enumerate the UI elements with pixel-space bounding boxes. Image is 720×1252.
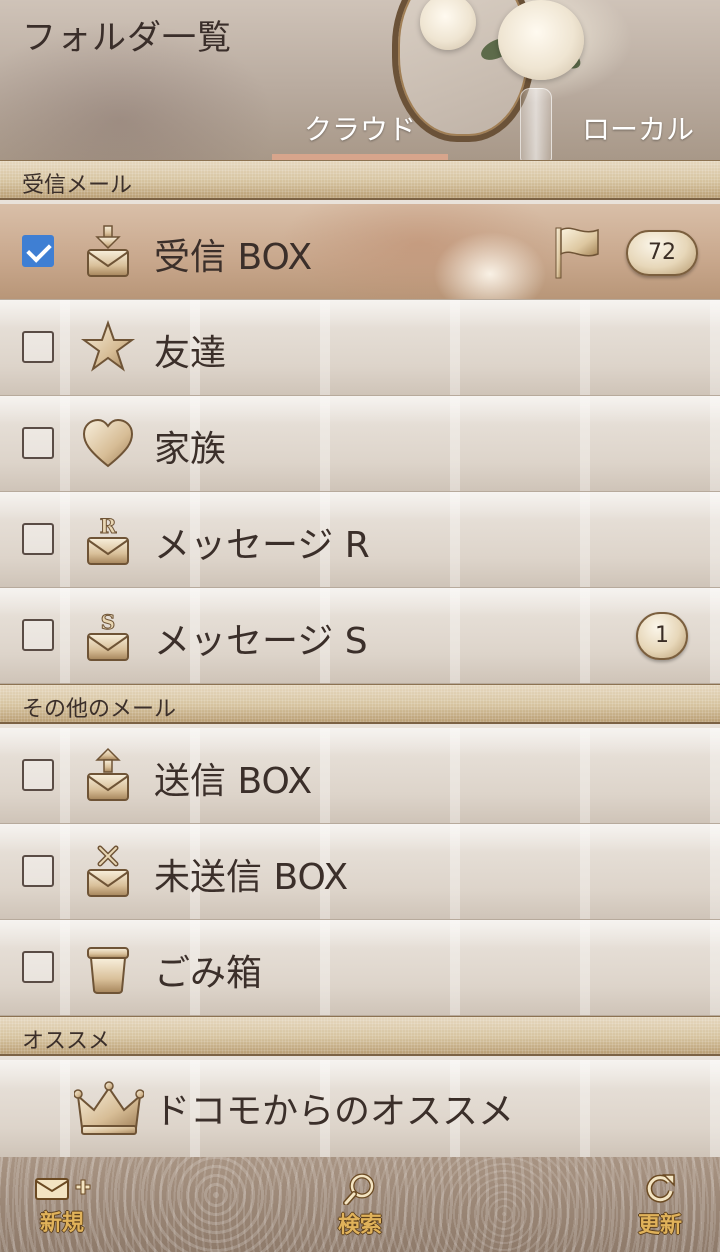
folder-label: 家族 xyxy=(154,429,227,470)
new-mail-label: 新規 xyxy=(39,1211,84,1236)
refresh-icon xyxy=(646,1174,675,1203)
tab-cloud[interactable]: クラウド xyxy=(304,108,416,148)
mail-s-icon: S xyxy=(87,610,129,661)
star-icon xyxy=(80,319,136,372)
vase-decoration xyxy=(520,88,552,160)
refresh-button[interactable]: 更新 xyxy=(600,1167,720,1247)
folder-label: ごみ箱 xyxy=(154,953,263,994)
folder-checkbox[interactable] xyxy=(22,855,54,887)
new-mail-icon xyxy=(35,1178,91,1200)
folder-label: 未送信 BOX xyxy=(154,857,349,898)
folder-label: 送信 BOX xyxy=(154,761,313,802)
section-header-other: その他のメール xyxy=(0,684,720,724)
folder-row-family[interactable]: 家族 xyxy=(0,396,720,492)
section-header-recommend: オススメ xyxy=(0,1016,720,1056)
folder-label: 受信 BOX xyxy=(154,237,313,278)
folder-row-unsent[interactable]: 未送信 BOX xyxy=(0,824,720,920)
svg-text:R: R xyxy=(100,514,117,538)
folder-row-inbox[interactable]: 受信 BOX xyxy=(0,204,720,300)
flag-icon[interactable] xyxy=(552,224,602,280)
mail-r-icon: R xyxy=(87,514,129,565)
folder-label: メッセージ R xyxy=(154,525,370,566)
folder-label: 友達 xyxy=(154,333,227,374)
mail-unsent-icon xyxy=(87,845,129,897)
folder-row-message-r[interactable]: R メッセージ R xyxy=(0,492,720,588)
folder-row-trash[interactable]: ごみ箱 xyxy=(0,920,720,1016)
search-label: 検索 xyxy=(337,1213,382,1238)
recommend-row[interactable]: ドコモからのオススメ xyxy=(0,1060,720,1158)
folder-row-friends[interactable]: 友達 xyxy=(0,300,720,396)
mail-upload-icon xyxy=(87,747,129,801)
folder-checkbox[interactable] xyxy=(22,235,54,267)
search-icon xyxy=(343,1173,375,1205)
tab-local[interactable]: ローカル xyxy=(582,108,694,148)
mail-download-icon xyxy=(87,225,129,277)
trash-icon xyxy=(87,947,129,994)
folder-row-outbox[interactable]: 送信 BOX xyxy=(0,728,720,824)
section-title: 受信メール xyxy=(22,173,133,198)
search-button[interactable]: 検索 xyxy=(300,1167,420,1247)
svg-text:S: S xyxy=(101,610,115,634)
header: フォルダ一覧 クラウド ローカル xyxy=(0,0,720,160)
unread-count-badge: 72 xyxy=(626,230,698,276)
folder-checkbox[interactable] xyxy=(22,427,54,459)
unread-count-badge: 1 xyxy=(636,612,688,660)
crown-icon xyxy=(74,1081,144,1135)
folder-row-message-s[interactable]: S メッセージ S xyxy=(0,588,720,684)
folder-checkbox[interactable] xyxy=(22,951,54,983)
folder-label: メッセージ S xyxy=(154,621,368,662)
folder-checkbox[interactable] xyxy=(22,619,54,651)
new-mail-button[interactable]: 新規 xyxy=(2,1167,122,1247)
page-title: フォルダ一覧 xyxy=(22,18,232,58)
section-header-received: 受信メール xyxy=(0,160,720,200)
bottom-toolbar: 新規 検索 更新 xyxy=(0,1157,720,1252)
section-title: その他のメール xyxy=(22,697,177,722)
refresh-label: 更新 xyxy=(637,1213,682,1238)
folder-checkbox[interactable] xyxy=(22,759,54,791)
recommend-label: ドコモからのオススメ xyxy=(154,1091,515,1132)
folder-checkbox[interactable] xyxy=(22,523,54,555)
rose-decoration xyxy=(498,0,584,80)
folder-checkbox[interactable] xyxy=(22,331,54,363)
section-title: オススメ xyxy=(22,1029,111,1054)
heart-icon xyxy=(82,418,134,468)
